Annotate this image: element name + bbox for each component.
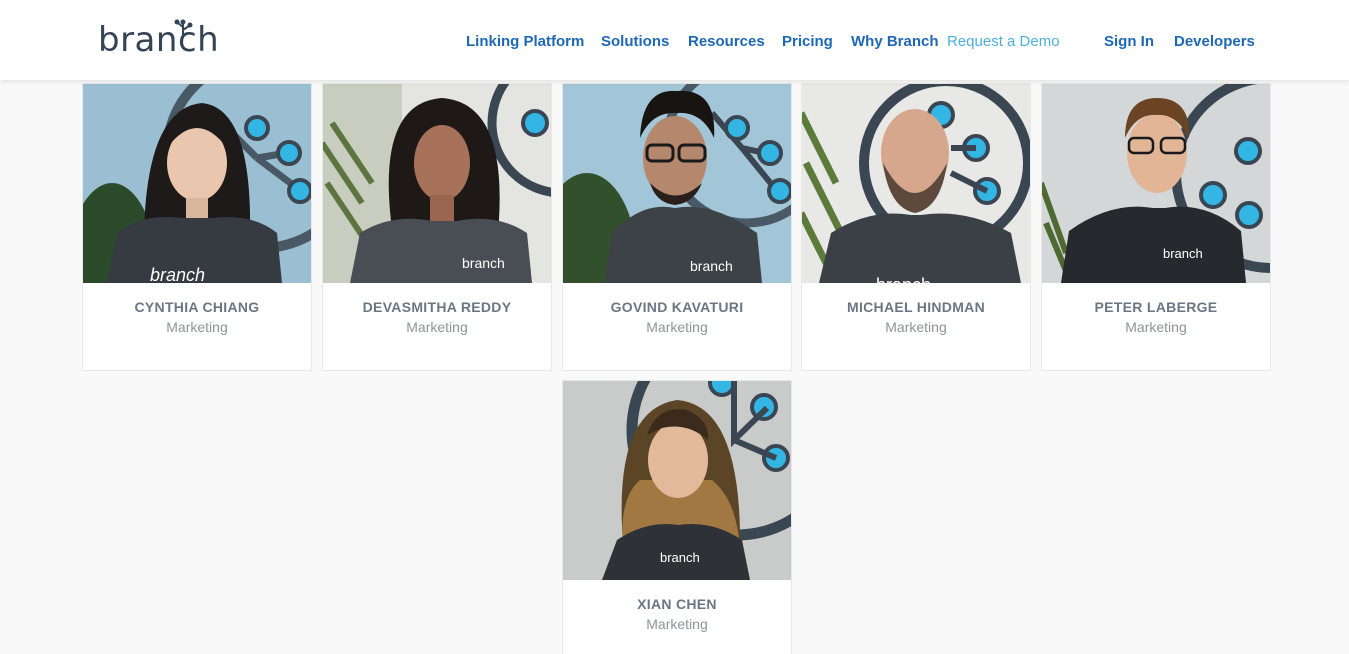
team-card: branch PETER LABERGE Marketing — [1041, 83, 1271, 371]
nav-pricing[interactable]: Pricing — [782, 33, 833, 50]
shirt-logo: branch — [660, 550, 700, 565]
site-header: branch Linking Platform Solutions Resour… — [0, 0, 1349, 80]
nav-sign-in[interactable]: Sign In — [1104, 33, 1154, 50]
team-card: branch CYNTHIA CHIANG Marketing — [82, 83, 312, 371]
nav-linking-platform[interactable]: Linking Platform — [466, 33, 584, 50]
team-photo: branch — [83, 84, 311, 283]
branch-logo[interactable]: branch — [98, 18, 219, 62]
member-role: Marketing — [166, 319, 228, 335]
logo-sprig-icon — [174, 19, 193, 38]
nav-solutions[interactable]: Solutions — [601, 33, 669, 50]
logo-wordmark: branch — [98, 20, 220, 60]
member-role: Marketing — [885, 319, 947, 335]
shirt-logo: branch — [462, 255, 505, 271]
shirt-logo: branch — [690, 258, 733, 274]
member-name: GOVIND KAVATURI — [610, 299, 744, 315]
member-name: CYNTHIA CHIANG — [134, 299, 260, 315]
member-name: PETER LABERGE — [1094, 299, 1218, 315]
shirt-logo: branch — [1163, 246, 1203, 261]
team-photo: branch — [563, 84, 791, 283]
team-photo: branch — [1042, 84, 1270, 283]
member-name: MICHAEL HINDMAN — [846, 299, 985, 315]
team-card: branch MICHAEL HINDMAN Marketing — [801, 83, 1031, 371]
member-role: Marketing — [1125, 319, 1187, 335]
nav-why-branch[interactable]: Why Branch — [851, 33, 939, 50]
nav-request-demo[interactable]: Request a Demo — [947, 33, 1060, 50]
member-name: DEVASMITHA REDDY — [362, 299, 512, 315]
team-photo: branch — [563, 381, 791, 580]
team-card: branch GOVIND KAVATURI Marketing — [562, 83, 792, 371]
shirt-logo: branch — [150, 265, 205, 283]
team-photo: branch — [802, 84, 1030, 283]
member-role: Marketing — [646, 616, 708, 632]
member-name: XIAN CHEN — [637, 596, 717, 612]
shirt-logo: branch — [876, 275, 931, 283]
nav-developers[interactable]: Developers — [1174, 33, 1255, 50]
nav-resources[interactable]: Resources — [688, 33, 765, 50]
team-card: branch XIAN CHEN Marketing — [562, 380, 792, 654]
member-role: Marketing — [646, 319, 708, 335]
team-card: branch DEVASMITHA REDDY Marketing — [322, 83, 552, 371]
member-role: Marketing — [406, 319, 468, 335]
team-photo: branch — [323, 84, 551, 283]
